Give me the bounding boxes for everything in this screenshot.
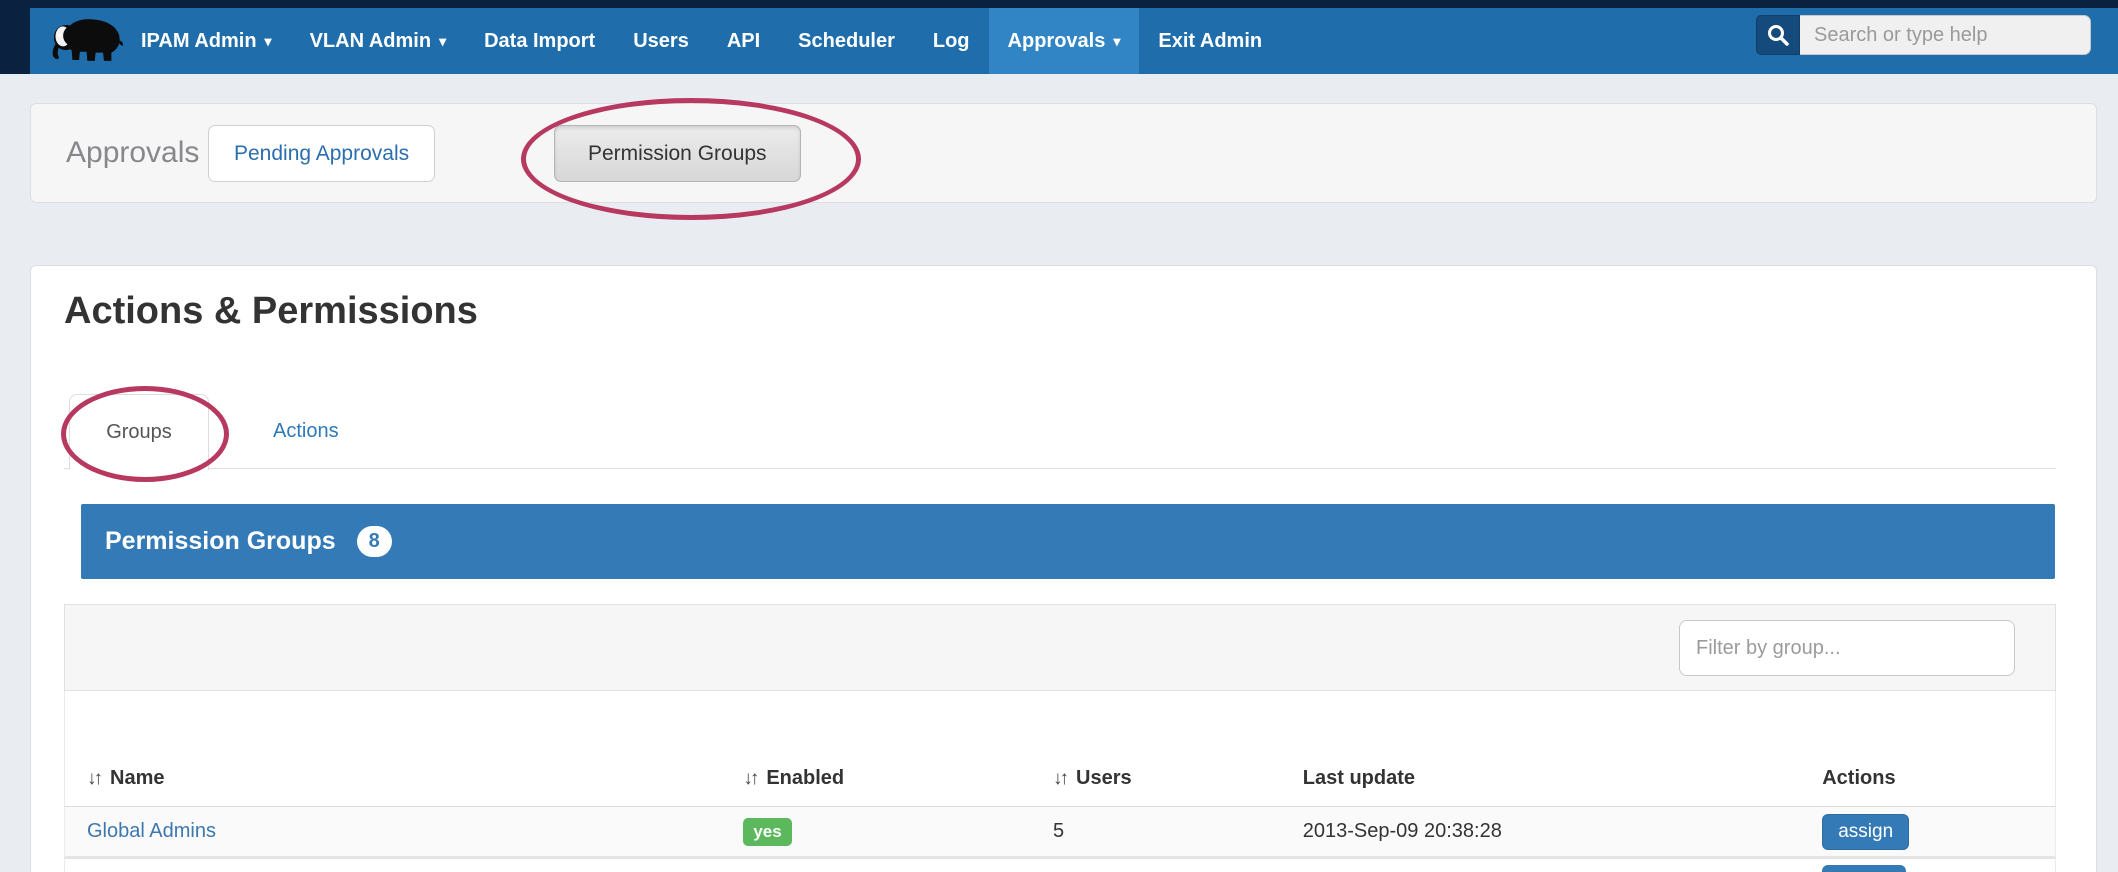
nav-item-api[interactable]: API (708, 8, 779, 74)
tabs-divider (64, 468, 2056, 469)
section-heading: Actions & Permissions (64, 290, 478, 333)
tab-actions[interactable]: Actions (243, 394, 369, 468)
table-row-partial (65, 859, 2055, 872)
sort-icon[interactable]: ↓↑ (87, 768, 100, 789)
panel-title: Permission Groups (105, 527, 336, 555)
nav-item-data-import[interactable]: Data Import (465, 8, 614, 74)
sort-icon[interactable]: ↓↑ (743, 768, 756, 789)
chevron-down-icon: ▾ (265, 8, 272, 74)
window-left-border (0, 0, 30, 74)
cell-enabled: yes (721, 818, 1031, 846)
table-header-row: ↓↑Name ↓↑Enabled ↓↑Users Last update Act… (65, 691, 2055, 807)
nav-item-exit-admin[interactable]: Exit Admin (1139, 8, 1281, 74)
page-title: Approvals (66, 104, 199, 202)
group-name-link[interactable]: Global Admins (87, 820, 216, 842)
table: ↓↑Name ↓↑Enabled ↓↑Users Last update Act… (64, 691, 2056, 872)
assign-button-partial[interactable] (1822, 865, 1906, 872)
window-top-border (0, 0, 2118, 8)
enabled-badge: yes (743, 818, 791, 846)
cell-actions: assign (1800, 814, 2055, 850)
admin-menu: IPAM Admin▾ VLAN Admin▾ Data Import User… (122, 8, 1281, 74)
table-row: Global Admins yes 5 2013-Sep-09 20:38:28… (65, 807, 2055, 859)
nav-item-vlan-admin[interactable]: VLAN Admin▾ (291, 8, 466, 74)
permission-groups-table: ↓↑Name ↓↑Enabled ↓↑Users Last update Act… (64, 604, 2056, 872)
column-header-name: ↓↑Name (65, 767, 721, 806)
permission-groups-button[interactable]: Permission Groups (554, 125, 801, 182)
column-header-users: ↓↑Users (1031, 767, 1281, 806)
cell-users: 5 (1031, 820, 1281, 843)
assign-button[interactable]: assign (1822, 814, 1909, 850)
filter-input[interactable] (1679, 620, 2015, 676)
phpipam-admin-screen: IPAM Admin▾ VLAN Admin▾ Data Import User… (0, 0, 2118, 872)
approvals-header-panel: Approvals Pending Approvals Permission G… (30, 103, 2097, 203)
cell-last-update: 2013-Sep-09 20:38:28 (1281, 820, 1800, 843)
actions-permissions-panel: Actions & Permissions Groups Actions Per… (30, 265, 2097, 872)
top-navbar: IPAM Admin▾ VLAN Admin▾ Data Import User… (0, 8, 2118, 74)
nav-item-scheduler[interactable]: Scheduler (779, 8, 914, 74)
search-button[interactable] (1756, 15, 1800, 55)
column-header-enabled: ↓↑Enabled (721, 767, 1031, 806)
column-header-actions: Actions (1800, 767, 2055, 806)
search-input[interactable] (1800, 15, 2091, 55)
nav-item-approvals[interactable]: Approvals▾ (989, 8, 1140, 74)
pending-approvals-button[interactable]: Pending Approvals (208, 125, 435, 182)
chevron-down-icon: ▾ (1113, 8, 1120, 74)
table-toolbar (64, 604, 2056, 691)
nav-item-log[interactable]: Log (914, 8, 989, 74)
sort-icon[interactable]: ↓↑ (1053, 768, 1066, 789)
column-header-last-update: Last update (1281, 767, 1800, 806)
cell-name: Global Admins (65, 820, 721, 843)
group-count-badge: 8 (357, 526, 392, 557)
search-icon (1767, 24, 1789, 46)
nav-item-users[interactable]: Users (614, 8, 708, 74)
phpipam-logo[interactable] (44, 12, 134, 70)
navbar-search (1756, 15, 2091, 55)
tab-groups[interactable]: Groups (69, 394, 209, 470)
nav-item-ipam-admin[interactable]: IPAM Admin▾ (122, 8, 291, 74)
elephant-icon (44, 12, 134, 70)
permission-groups-panel-header: Permission Groups 8 (81, 504, 2055, 579)
chevron-down-icon: ▾ (439, 8, 446, 74)
